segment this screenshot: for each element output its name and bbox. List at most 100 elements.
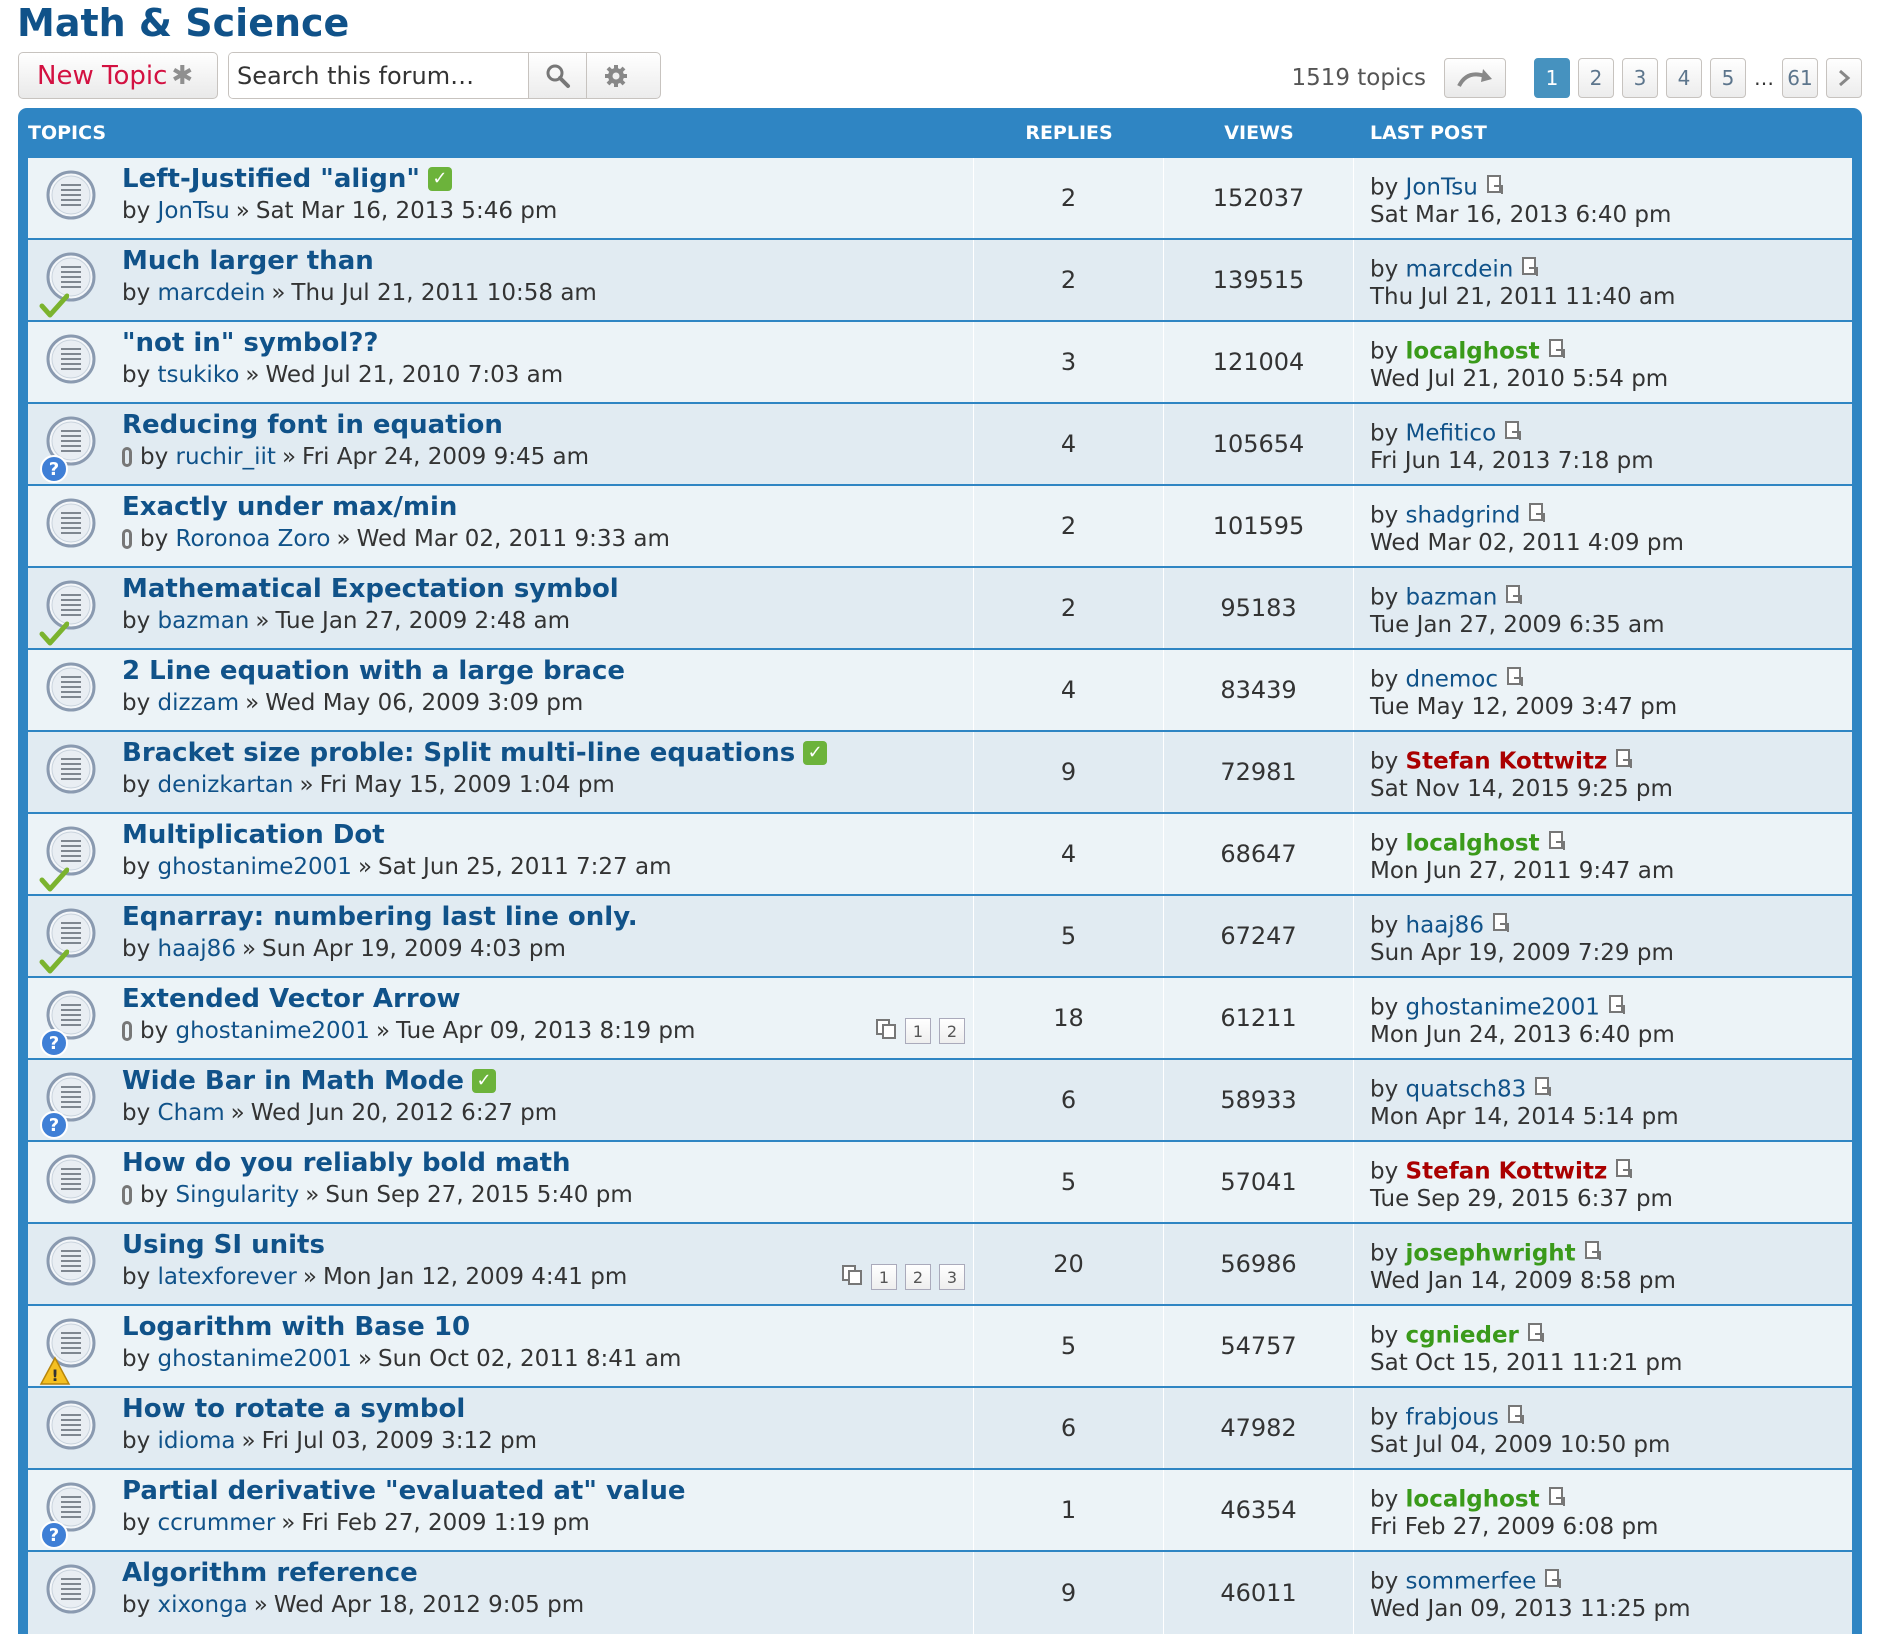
topic-title-link[interactable]: Multiplication Dot — [122, 820, 385, 850]
goto-last-post-icon[interactable] — [1548, 830, 1568, 858]
topic-author-link[interactable]: xixonga — [158, 1592, 248, 1618]
topic-author-link[interactable]: haaj86 — [158, 936, 236, 962]
last-post-author-link[interactable]: frabjous — [1406, 1405, 1499, 1431]
topic-author-link[interactable]: ccrummer — [158, 1510, 276, 1536]
topic-title-link[interactable]: Much larger than — [122, 246, 374, 276]
topic-author-link[interactable]: Cham — [158, 1100, 225, 1126]
goto-last-post-icon[interactable] — [1507, 1404, 1527, 1432]
forum-title[interactable]: Math & Science — [17, 0, 349, 46]
last-post-author-link[interactable]: Mefitico — [1406, 421, 1497, 447]
topic-author-link[interactable]: bazman — [158, 608, 250, 634]
topic-title-link[interactable]: Logarithm with Base 10 — [122, 1312, 470, 1342]
last-post-author-link[interactable]: Stefan Kottwitz — [1406, 1159, 1608, 1185]
goto-last-post-icon[interactable] — [1534, 1076, 1554, 1104]
goto-last-post-icon[interactable] — [1548, 338, 1568, 366]
last-post-author-link[interactable]: cgnieder — [1406, 1323, 1519, 1349]
topic-row: Multiplication Dot by ghostanime2001» Sat … — [28, 814, 1852, 896]
goto-last-post-icon[interactable] — [1528, 502, 1548, 530]
topic-title-link[interactable]: Extended Vector Arrow — [122, 984, 461, 1014]
topic-title-link[interactable]: Wide Bar in Math Mode — [122, 1066, 464, 1096]
last-post-cell: by marcdein Thu Jul 21, 2011 11:40 am — [1354, 240, 1852, 320]
page-link-2[interactable]: 2 — [1578, 58, 1614, 98]
last-post-author-link[interactable]: josephwright — [1406, 1241, 1576, 1267]
topic-author-link[interactable]: latexforever — [158, 1264, 297, 1290]
topic-title-link[interactable]: Left-Justified "align" — [122, 164, 420, 194]
last-post-author-link[interactable]: quatsch83 — [1406, 1077, 1527, 1103]
topic-author-link[interactable]: denizkartan — [158, 772, 294, 798]
svg-text:?: ? — [49, 1525, 59, 1546]
next-page-button[interactable] — [1826, 58, 1862, 98]
topic-author-link[interactable]: ghostanime2001 — [158, 854, 352, 880]
goto-last-post-icon[interactable] — [1584, 1240, 1604, 1268]
topic-page-link[interactable]: 2 — [939, 1018, 965, 1044]
goto-last-post-icon[interactable] — [1615, 1158, 1635, 1186]
topic-author-link[interactable]: idioma — [158, 1428, 236, 1454]
topic-title-link[interactable]: Mathematical Expectation symbol — [122, 574, 619, 604]
advanced-search-button[interactable] — [587, 53, 645, 98]
topic-title-link[interactable]: Eqnarray: numbering last line only. — [122, 902, 638, 932]
topic-title-link[interactable]: How to rotate a symbol — [122, 1394, 465, 1424]
last-post-author-link[interactable]: localghost — [1406, 1487, 1540, 1513]
search-button[interactable] — [529, 53, 587, 98]
goto-last-post-icon[interactable] — [1548, 1486, 1568, 1514]
topic-page-link[interactable]: 1 — [871, 1264, 897, 1290]
topic-author-link[interactable]: ghostanime2001 — [158, 1346, 352, 1372]
topic-author-link[interactable]: Roronoa Zoro — [176, 526, 331, 552]
last-post-author-link[interactable]: haaj86 — [1406, 913, 1484, 939]
topic-cell: Eqnarray: numbering last line only. by ha… — [122, 896, 974, 976]
by-label: by — [1370, 912, 1399, 939]
topic-title-link[interactable]: "not in" symbol?? — [122, 328, 378, 358]
jump-to-page-button[interactable] — [1444, 58, 1506, 98]
last-post-author-link[interactable]: sommerfee — [1406, 1569, 1537, 1595]
topic-author-link[interactable]: ghostanime2001 — [176, 1018, 370, 1044]
goto-last-post-icon[interactable] — [1506, 666, 1526, 694]
last-post-author-link[interactable]: Stefan Kottwitz — [1406, 749, 1608, 775]
topic-title-link[interactable]: Partial derivative "evaluated at" value — [122, 1476, 686, 1506]
topic-author-link[interactable]: tsukiko — [158, 362, 240, 388]
topic-author-link[interactable]: Singularity — [176, 1182, 300, 1208]
search-input[interactable] — [229, 53, 529, 98]
last-post-author-link[interactable]: JonTsu — [1406, 175, 1478, 201]
last-post-author-link[interactable]: marcdein — [1406, 257, 1514, 283]
topic-title-link[interactable]: Exactly under max/min — [122, 492, 457, 522]
last-post-author-link[interactable]: localghost — [1406, 831, 1540, 857]
goto-last-post-icon[interactable] — [1521, 256, 1541, 284]
last-post-author-link[interactable]: ghostanime2001 — [1406, 995, 1600, 1021]
goto-last-post-icon[interactable] — [1527, 1322, 1547, 1350]
goto-last-post-icon[interactable] — [1615, 748, 1635, 776]
views-count: 61211 — [1164, 978, 1354, 1058]
goto-last-post-icon[interactable] — [1544, 1568, 1564, 1596]
page-link-3[interactable]: 3 — [1622, 58, 1658, 98]
topic-author-link[interactable]: dizzam — [158, 690, 240, 716]
topic-page-link[interactable]: 1 — [905, 1018, 931, 1044]
topic-page-link[interactable]: 2 — [905, 1264, 931, 1290]
new-topic-button[interactable]: New Topic ✱ — [18, 52, 218, 99]
topic-title-link[interactable]: 2 Line equation with a large brace — [122, 656, 625, 686]
page-link-4[interactable]: 4 — [1666, 58, 1702, 98]
topic-title-link[interactable]: Bracket size proble: Split multi-line eq… — [122, 738, 795, 768]
topic-title-link[interactable]: Algorithm reference — [122, 1558, 418, 1588]
goto-last-post-icon[interactable] — [1505, 584, 1525, 612]
last-post-author-link[interactable]: dnemoc — [1406, 667, 1498, 693]
topic-title-link[interactable]: How do you reliably bold math — [122, 1148, 571, 1178]
goto-last-post-icon[interactable] — [1486, 174, 1506, 202]
topic-title-link[interactable]: Reducing font in equation — [122, 410, 503, 440]
by-label: by — [122, 1510, 151, 1536]
last-post-author-link[interactable]: bazman — [1406, 585, 1498, 611]
goto-last-post-icon[interactable] — [1608, 994, 1628, 1022]
topic-title-link[interactable]: Using SI units — [122, 1230, 325, 1260]
topic-page-link[interactable]: 3 — [939, 1264, 965, 1290]
topic-author-link[interactable]: JonTsu — [158, 198, 230, 224]
page-link-5[interactable]: 5 — [1710, 58, 1746, 98]
last-post-author-link[interactable]: localghost — [1406, 339, 1540, 365]
by-label: by — [122, 1100, 151, 1126]
goto-last-post-icon[interactable] — [1492, 912, 1512, 940]
page-link-1[interactable]: 1 — [1534, 58, 1570, 98]
page-link-last[interactable]: 61 — [1782, 58, 1818, 98]
topic-author-link[interactable]: ruchir_iit — [176, 444, 276, 470]
topic-author-link[interactable]: marcdein — [158, 280, 266, 306]
goto-last-post-icon[interactable] — [1504, 420, 1524, 448]
topic-row: How to rotate a symbol by idioma» Fri Jul … — [28, 1388, 1852, 1470]
topic-date: Sun Apr 19, 2009 4:03 pm — [262, 936, 566, 962]
last-post-author-link[interactable]: shadgrind — [1406, 503, 1521, 529]
